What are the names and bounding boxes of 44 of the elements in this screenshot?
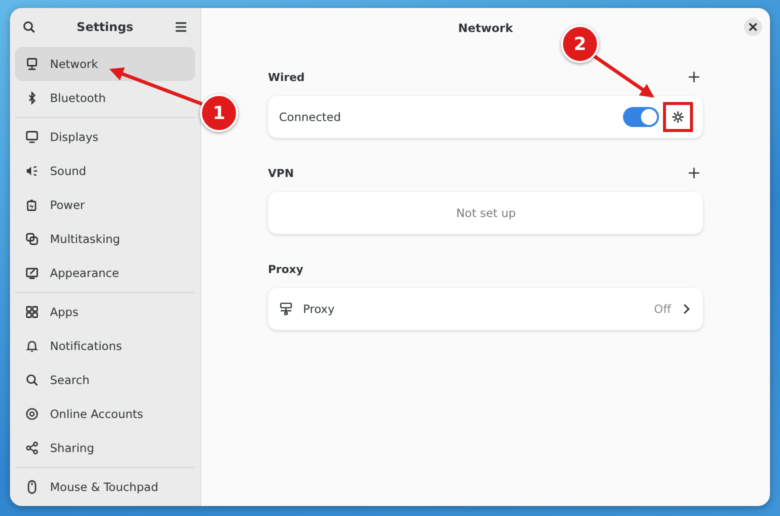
share-icon	[25, 441, 39, 455]
row-value: Off	[654, 302, 671, 316]
connection-status: Connected	[279, 110, 342, 124]
toggle-switch[interactable]	[623, 107, 659, 127]
close-button[interactable]	[744, 18, 762, 36]
section-heading: Proxy	[268, 262, 304, 276]
sidebar-item[interactable]: Sound	[15, 154, 195, 188]
proxy-server-icon	[279, 302, 293, 316]
plus-icon	[687, 166, 701, 180]
search-icon	[25, 373, 39, 387]
annotation-arrow	[593, 54, 654, 98]
sidebar-item[interactable]: Online Accounts	[15, 397, 195, 431]
display-icon	[25, 130, 39, 144]
proxy-row[interactable]: Proxy Off	[268, 288, 703, 330]
sidebar-item[interactable]: Notifications	[15, 329, 195, 363]
sidebar-item[interactable]: Power	[15, 188, 195, 222]
section-heading: Wired	[268, 70, 305, 84]
mouse-icon	[25, 480, 39, 494]
bell-icon	[25, 339, 39, 353]
sidebar-item[interactable]: Mouse & Touchpad	[15, 470, 195, 504]
sidebar-item[interactable]: Search	[15, 363, 195, 397]
sidebar-item[interactable]: Apps	[15, 295, 195, 329]
settings-icon	[671, 110, 685, 124]
sidebar-item[interactable]: Displays	[15, 120, 195, 154]
row-label: Proxy	[303, 302, 336, 316]
section-heading: VPN	[268, 166, 294, 180]
battery-icon	[25, 198, 39, 212]
windows-icon	[25, 232, 39, 246]
sidebar-item[interactable]: Sharing	[15, 431, 195, 465]
speaker-icon	[25, 164, 39, 178]
page-title: Network	[458, 21, 513, 35]
menu-icon	[174, 20, 188, 34]
sidebar-item[interactable]: Network	[15, 47, 195, 81]
sidebar-item[interactable]: Bluetooth	[15, 81, 195, 115]
plus-icon	[687, 70, 701, 84]
close-icon	[746, 20, 760, 34]
settings-button[interactable]	[663, 102, 693, 132]
apps-grid-icon	[25, 305, 39, 319]
sidebar-title: Settings	[76, 20, 134, 34]
empty-state-text: Not set up	[456, 206, 516, 220]
sidebar-item[interactable]: Multitasking	[15, 222, 195, 256]
search-icon	[22, 20, 36, 34]
sidebar-item[interactable]: Appearance	[15, 256, 195, 290]
computer-icon	[25, 57, 39, 71]
